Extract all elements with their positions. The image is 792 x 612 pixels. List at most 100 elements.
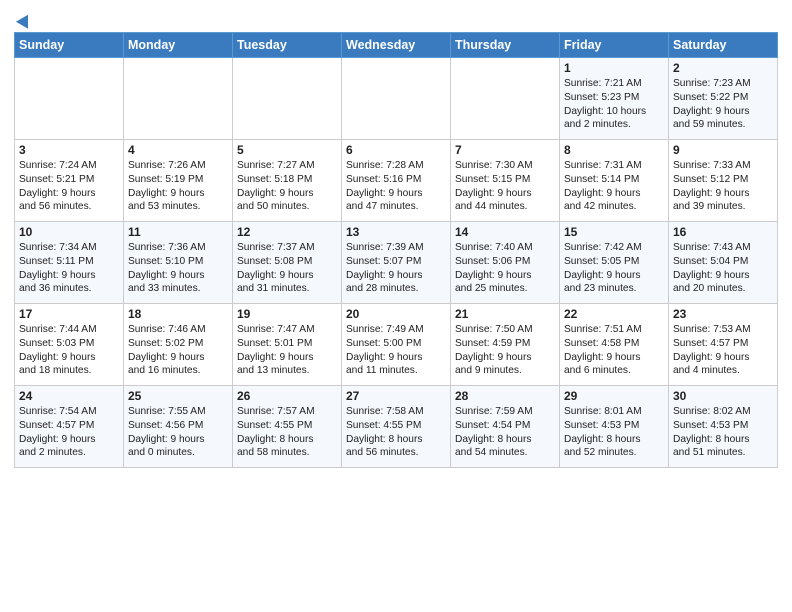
calendar-cell: 27 Sunrise: 7:58 AM Sunset: 4:55 PM Dayli… [342, 386, 451, 468]
calendar-cell: 17 Sunrise: 7:44 AM Sunset: 5:03 PM Dayli… [15, 304, 124, 386]
calendar-cell: 29 Sunrise: 8:01 AM Sunset: 4:53 PM Dayli… [560, 386, 669, 468]
day-number: 11 [128, 225, 228, 239]
calendar-cell: 11Sunrise: 7:36 AM Sunset: 5:10 PM Dayli… [124, 222, 233, 304]
day-info: Sunrise: 7:55 AM Sunset: 4:56 PM Dayligh… [128, 405, 228, 460]
day-number: 26 [237, 389, 337, 403]
day-number: 23 [673, 307, 773, 321]
day-info: Sunrise: 7:44 AM Sunset: 5:03 PM Dayligh… [19, 323, 119, 378]
calendar-cell: 21 Sunrise: 7:50 AM Sunset: 4:59 PM Dayli… [451, 304, 560, 386]
day-info: Sunrise: 7:26 AM Sunset: 5:19 PM Dayligh… [128, 159, 228, 214]
page: SundayMondayTuesdayWednesdayThursdayFrid… [0, 0, 792, 482]
day-info: Sunrise: 7:54 AM Sunset: 4:57 PM Dayligh… [19, 405, 119, 460]
logo [14, 10, 32, 26]
calendar-week-row: 3 Sunrise: 7:24 AM Sunset: 5:21 PM Daylig… [15, 140, 778, 222]
calendar-cell: 23 Sunrise: 7:53 AM Sunset: 4:57 PM Dayli… [669, 304, 778, 386]
day-info: Sunrise: 7:49 AM Sunset: 5:00 PM Dayligh… [346, 323, 446, 378]
day-number: 4 [128, 143, 228, 157]
day-number: 28 [455, 389, 555, 403]
day-info: Sunrise: 8:01 AM Sunset: 4:53 PM Dayligh… [564, 405, 664, 460]
day-info: Sunrise: 7:31 AM Sunset: 5:14 PM Dayligh… [564, 159, 664, 214]
day-info: Sunrise: 7:57 AM Sunset: 4:55 PM Dayligh… [237, 405, 337, 460]
calendar-cell: 24 Sunrise: 7:54 AM Sunset: 4:57 PM Dayli… [15, 386, 124, 468]
day-number: 24 [19, 389, 119, 403]
day-info: Sunrise: 7:24 AM Sunset: 5:21 PM Dayligh… [19, 159, 119, 214]
day-info: Sunrise: 7:23 AM Sunset: 5:22 PM Dayligh… [673, 77, 773, 132]
calendar-cell: 18 Sunrise: 7:46 AM Sunset: 5:02 PM Dayli… [124, 304, 233, 386]
day-info: Sunrise: 7:47 AM Sunset: 5:01 PM Dayligh… [237, 323, 337, 378]
day-info: Sunrise: 7:53 AM Sunset: 4:57 PM Dayligh… [673, 323, 773, 378]
calendar-cell: 14 Sunrise: 7:40 AM Sunset: 5:06 PM Dayli… [451, 222, 560, 304]
day-info: Sunrise: 7:21 AM Sunset: 5:23 PM Dayligh… [564, 77, 664, 132]
calendar-cell [124, 58, 233, 140]
calendar-cell: 25Sunrise: 7:55 AM Sunset: 4:56 PM Dayli… [124, 386, 233, 468]
day-number: 22 [564, 307, 664, 321]
calendar-header-tuesday: Tuesday [233, 33, 342, 58]
day-number: 2 [673, 61, 773, 75]
day-number: 18 [128, 307, 228, 321]
calendar-cell: 16Sunrise: 7:43 AM Sunset: 5:04 PM Dayli… [669, 222, 778, 304]
calendar-cell: 1 Sunrise: 7:21 AM Sunset: 5:23 PM Daylig… [560, 58, 669, 140]
calendar-cell [342, 58, 451, 140]
calendar-cell: 5 Sunrise: 7:27 AM Sunset: 5:18 PM Daylig… [233, 140, 342, 222]
calendar-cell: 26 Sunrise: 7:57 AM Sunset: 4:55 PM Dayli… [233, 386, 342, 468]
day-number: 8 [564, 143, 664, 157]
day-number: 1 [564, 61, 664, 75]
calendar-header-wednesday: Wednesday [342, 33, 451, 58]
calendar-week-row: 24 Sunrise: 7:54 AM Sunset: 4:57 PM Dayli… [15, 386, 778, 468]
calendar-cell [451, 58, 560, 140]
day-number: 7 [455, 143, 555, 157]
day-info: Sunrise: 7:34 AM Sunset: 5:11 PM Dayligh… [19, 241, 119, 296]
day-info: Sunrise: 7:50 AM Sunset: 4:59 PM Dayligh… [455, 323, 555, 378]
calendar-cell: 9Sunrise: 7:33 AM Sunset: 5:12 PM Daylig… [669, 140, 778, 222]
calendar-header-saturday: Saturday [669, 33, 778, 58]
calendar-cell: 10 Sunrise: 7:34 AM Sunset: 5:11 PM Dayli… [15, 222, 124, 304]
calendar-header-monday: Monday [124, 33, 233, 58]
day-number: 5 [237, 143, 337, 157]
calendar-cell [15, 58, 124, 140]
calendar-week-row: 17 Sunrise: 7:44 AM Sunset: 5:03 PM Dayli… [15, 304, 778, 386]
calendar-header-sunday: Sunday [15, 33, 124, 58]
calendar-header-thursday: Thursday [451, 33, 560, 58]
calendar-cell: 20Sunrise: 7:49 AM Sunset: 5:00 PM Dayli… [342, 304, 451, 386]
calendar-header-row: SundayMondayTuesdayWednesdayThursdayFrid… [15, 33, 778, 58]
day-info: Sunrise: 7:40 AM Sunset: 5:06 PM Dayligh… [455, 241, 555, 296]
day-info: Sunrise: 8:02 AM Sunset: 4:53 PM Dayligh… [673, 405, 773, 460]
day-info: Sunrise: 7:46 AM Sunset: 5:02 PM Dayligh… [128, 323, 228, 378]
calendar-cell: 15 Sunrise: 7:42 AM Sunset: 5:05 PM Dayli… [560, 222, 669, 304]
calendar-cell: 22Sunrise: 7:51 AM Sunset: 4:58 PM Dayli… [560, 304, 669, 386]
day-number: 15 [564, 225, 664, 239]
day-number: 12 [237, 225, 337, 239]
day-info: Sunrise: 7:39 AM Sunset: 5:07 PM Dayligh… [346, 241, 446, 296]
calendar-week-row: 10 Sunrise: 7:34 AM Sunset: 5:11 PM Dayli… [15, 222, 778, 304]
day-number: 16 [673, 225, 773, 239]
day-number: 14 [455, 225, 555, 239]
calendar-cell: 7 Sunrise: 7:30 AM Sunset: 5:15 PM Daylig… [451, 140, 560, 222]
calendar-cell: 30 Sunrise: 8:02 AM Sunset: 4:53 PM Dayli… [669, 386, 778, 468]
day-number: 10 [19, 225, 119, 239]
calendar-cell: 4 Sunrise: 7:26 AM Sunset: 5:19 PM Daylig… [124, 140, 233, 222]
calendar-week-row: 1 Sunrise: 7:21 AM Sunset: 5:23 PM Daylig… [15, 58, 778, 140]
day-number: 19 [237, 307, 337, 321]
calendar-cell [233, 58, 342, 140]
day-number: 21 [455, 307, 555, 321]
calendar-cell: 13Sunrise: 7:39 AM Sunset: 5:07 PM Dayli… [342, 222, 451, 304]
header [14, 10, 778, 26]
day-number: 17 [19, 307, 119, 321]
day-number: 30 [673, 389, 773, 403]
calendar-table: SundayMondayTuesdayWednesdayThursdayFrid… [14, 32, 778, 468]
calendar-cell: 6 Sunrise: 7:28 AM Sunset: 5:16 PM Daylig… [342, 140, 451, 222]
day-info: Sunrise: 7:28 AM Sunset: 5:16 PM Dayligh… [346, 159, 446, 214]
day-number: 27 [346, 389, 446, 403]
day-number: 6 [346, 143, 446, 157]
calendar-cell: 19 Sunrise: 7:47 AM Sunset: 5:01 PM Dayli… [233, 304, 342, 386]
day-info: Sunrise: 7:37 AM Sunset: 5:08 PM Dayligh… [237, 241, 337, 296]
calendar-header-friday: Friday [560, 33, 669, 58]
day-info: Sunrise: 7:33 AM Sunset: 5:12 PM Dayligh… [673, 159, 773, 214]
day-number: 3 [19, 143, 119, 157]
day-info: Sunrise: 7:59 AM Sunset: 4:54 PM Dayligh… [455, 405, 555, 460]
day-info: Sunrise: 7:58 AM Sunset: 4:55 PM Dayligh… [346, 405, 446, 460]
day-info: Sunrise: 7:27 AM Sunset: 5:18 PM Dayligh… [237, 159, 337, 214]
day-info: Sunrise: 7:42 AM Sunset: 5:05 PM Dayligh… [564, 241, 664, 296]
day-info: Sunrise: 7:30 AM Sunset: 5:15 PM Dayligh… [455, 159, 555, 214]
day-number: 29 [564, 389, 664, 403]
